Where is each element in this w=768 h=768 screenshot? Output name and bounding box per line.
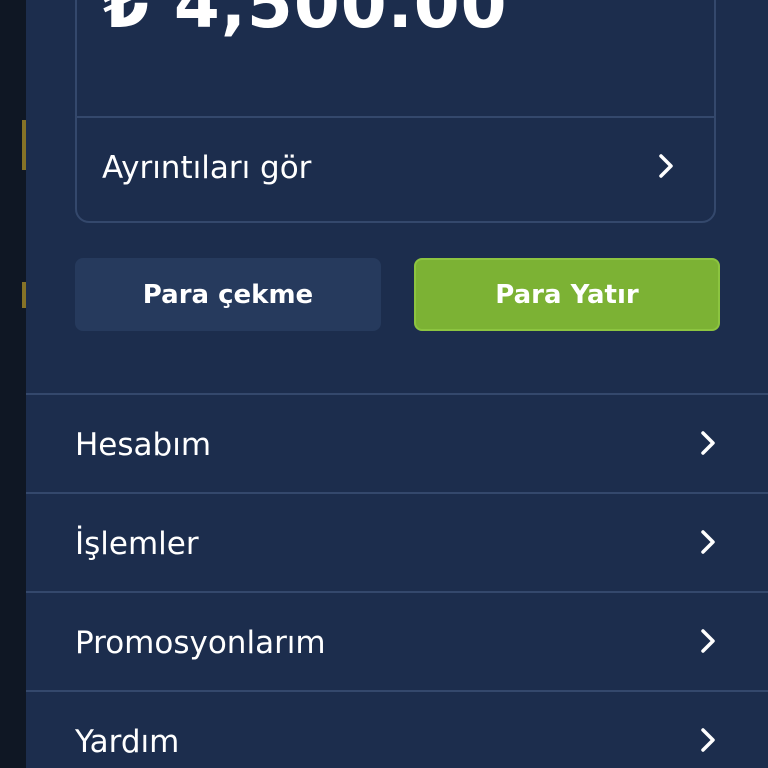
menu-item-label: Yardım [75,724,180,760]
menu-item-help[interactable]: Yardım [26,690,768,768]
chevron-right-icon [701,431,715,455]
withdraw-button[interactable]: Para çekme [75,258,381,331]
menu-item-label: Promosyonlarım [75,625,326,661]
balance-amount: ₺ 4,500.00 [103,0,508,43]
account-menu: Hesabım İşlemler Promosyonlarım Yardım [26,393,768,768]
view-details-label: Ayrıntıları gör [102,150,312,186]
menu-item-promotions[interactable]: Promosyonlarım [26,591,768,690]
balance-card: ₺ 4,500.00 Ayrıntıları gör [75,0,716,223]
deposit-button[interactable]: Para Yatır [414,258,720,331]
account-menu-panel: ₺ 4,500.00 Ayrıntıları gör Para çekme Pa… [26,0,768,768]
menu-item-my-account[interactable]: Hesabım [26,393,768,492]
menu-item-label: İşlemler [75,526,199,562]
background-page-edge [0,0,26,768]
menu-item-transactions[interactable]: İşlemler [26,492,768,591]
chevron-right-icon [659,154,673,178]
menu-item-label: Hesabım [75,427,212,463]
chevron-right-icon [701,530,715,554]
chevron-right-icon [701,728,715,752]
chevron-right-icon [701,629,715,653]
view-details-row[interactable]: Ayrıntıları gör [77,118,714,223]
